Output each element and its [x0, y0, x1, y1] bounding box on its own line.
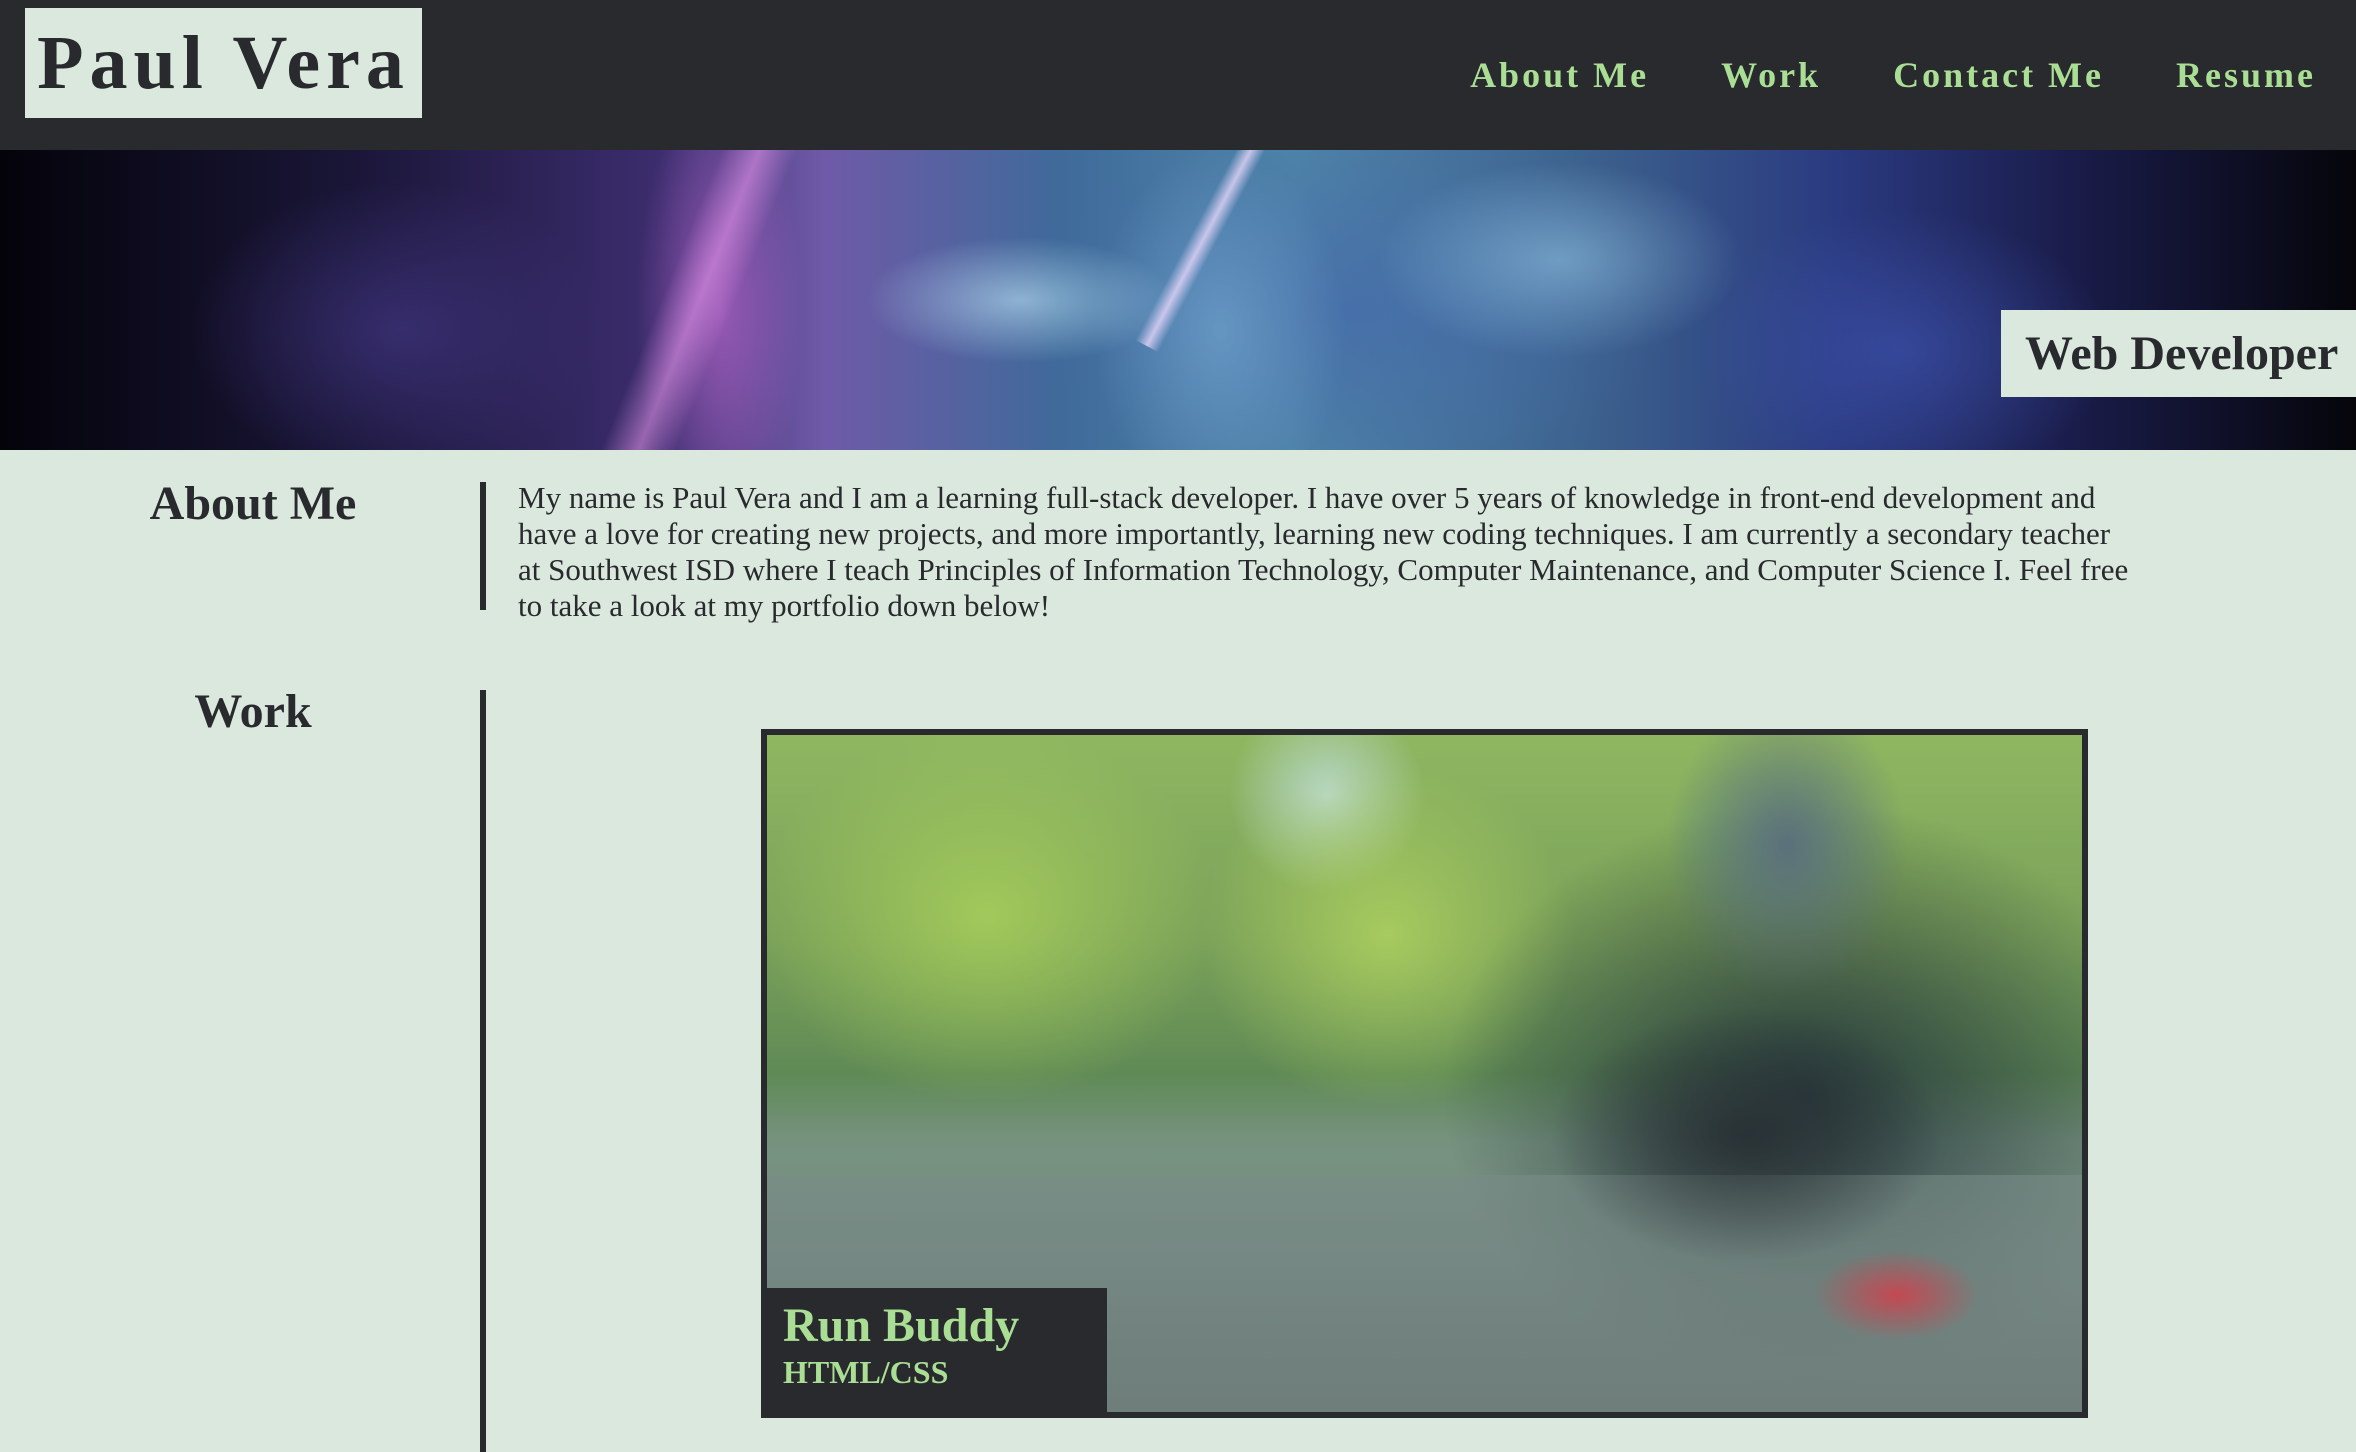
nav-link-contact-me[interactable]: Contact Me: [1893, 54, 2104, 96]
project-title[interactable]: Run Buddy: [783, 1300, 1107, 1352]
about-heading: About Me: [149, 477, 357, 530]
nav-link-work[interactable]: Work: [1721, 54, 1821, 96]
site-header: Paul Vera About Me Work Contact Me Resum…: [0, 0, 2356, 150]
project-card-run-buddy[interactable]: Run Buddy HTML/CSS: [761, 729, 2088, 1418]
about-divider: [480, 482, 486, 610]
work-heading: Work: [194, 685, 312, 738]
site-logo[interactable]: Paul Vera: [25, 8, 422, 118]
about-paragraph: My name is Paul Vera and I am a learning…: [518, 480, 2129, 623]
project-tech: HTML/CSS: [783, 1354, 949, 1390]
project-image-runner: [1527, 735, 2047, 1412]
hero-role-badge: Web Developer: [2001, 310, 2356, 397]
main-nav: About Me Work Contact Me Resume: [1398, 40, 2316, 110]
hero-light-streak: [587, 150, 803, 450]
nav-link-resume[interactable]: Resume: [2176, 54, 2316, 96]
hero-banner: Web Developer: [0, 150, 2356, 450]
work-divider: [480, 690, 486, 1452]
hero-light-streak: [1135, 150, 1271, 353]
nav-link-about-me[interactable]: About Me: [1470, 54, 1649, 96]
project-caption: Run Buddy HTML/CSS: [767, 1288, 1107, 1412]
